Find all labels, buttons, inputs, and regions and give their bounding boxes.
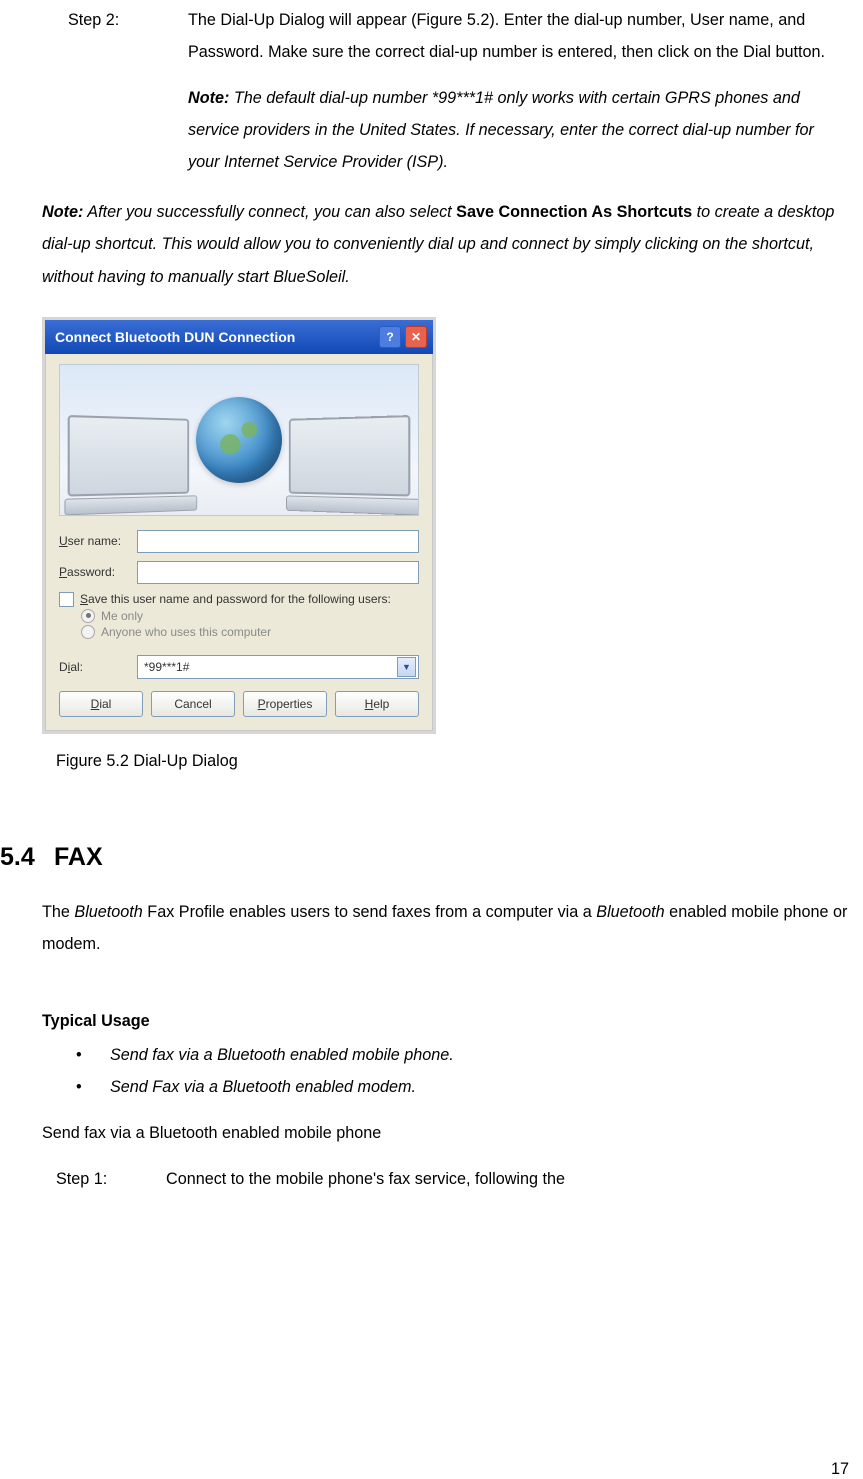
dialog-title-text: Connect Bluetooth DUN Connection: [55, 329, 295, 345]
radio-anyone[interactable]: [81, 625, 95, 639]
step-1-label: Step 1:: [56, 1163, 166, 1195]
radio-me-only-row: Me only: [81, 609, 419, 623]
password-label: Password:: [59, 565, 137, 579]
dun-dialog: Connect Bluetooth DUN Connection ? ✕ Use…: [42, 317, 436, 734]
step-2: Step 2: The Dial-Up Dialog will appear (…: [68, 4, 849, 68]
username-label: User name:: [59, 534, 137, 548]
step-1-text: Connect to the mobile phone's fax servic…: [166, 1163, 849, 1195]
username-row: User name:: [59, 530, 419, 553]
dialog-figure: Connect Bluetooth DUN Connection ? ✕ Use…: [42, 317, 849, 734]
step-2-text: The Dial-Up Dialog will appear (Figure 5…: [188, 4, 849, 68]
typical-usage-heading: Typical Usage: [42, 1012, 849, 1031]
step-2-label: Step 2:: [68, 4, 188, 36]
globe-icon: [196, 397, 282, 483]
radio-anyone-label: Anyone who uses this computer: [101, 625, 271, 639]
section-heading: 5.4FAX: [0, 843, 849, 872]
chevron-down-icon[interactable]: ▼: [397, 657, 416, 677]
radio-me-only[interactable]: [81, 609, 95, 623]
password-row: Password:: [59, 561, 419, 584]
fax-intro: The Bluetooth Fax Profile enables users …: [42, 896, 849, 960]
password-input[interactable]: [137, 561, 419, 584]
page-number: 17: [831, 1460, 849, 1479]
section-title: FAX: [54, 843, 103, 871]
send-fax-subheading: Send fax via a Bluetooth enabled mobile …: [42, 1117, 849, 1149]
note-inner-label: Note:: [188, 89, 229, 107]
laptop-left-icon: [64, 415, 191, 507]
help-button[interactable]: Help: [335, 691, 419, 717]
save-credentials-label: Save this user name and password for the…: [80, 592, 391, 606]
note-outer-label: Note:: [42, 203, 83, 221]
figure-caption: Figure 5.2 Dial-Up Dialog: [56, 752, 849, 771]
note-inner: Note: The default dial-up number *99***1…: [188, 82, 849, 178]
dial-row: Dial: *99***1# ▼: [59, 655, 419, 679]
username-input[interactable]: [137, 530, 419, 553]
close-icon[interactable]: ✕: [405, 326, 427, 348]
radio-me-only-label: Me only: [101, 609, 143, 623]
dial-label: Dial:: [59, 660, 137, 674]
list-item: Send Fax via a Bluetooth enabled modem.: [70, 1071, 849, 1103]
dial-combobox[interactable]: *99***1# ▼: [137, 655, 419, 679]
note-outer: Note: After you successfully connect, yo…: [42, 196, 849, 292]
laptop-right-icon: [286, 415, 413, 507]
dialog-button-row: Dial Cancel Properties Help: [59, 691, 419, 717]
dial-value: *99***1#: [144, 660, 189, 674]
save-credentials-row: Save this user name and password for the…: [59, 592, 419, 607]
note-outer-pre: After you successfully connect, you can …: [83, 203, 456, 221]
radio-anyone-row: Anyone who uses this computer: [81, 625, 419, 639]
dial-button[interactable]: Dial: [59, 691, 143, 717]
typical-usage-list: Send fax via a Bluetooth enabled mobile …: [70, 1039, 849, 1103]
dialog-banner-image: [59, 364, 419, 516]
save-credentials-checkbox[interactable]: [59, 592, 74, 607]
help-icon[interactable]: ?: [379, 326, 401, 348]
list-item: Send fax via a Bluetooth enabled mobile …: [70, 1039, 849, 1071]
dialog-titlebar: Connect Bluetooth DUN Connection ? ✕: [45, 320, 433, 354]
step-1: Step 1: Connect to the mobile phone's fa…: [56, 1163, 849, 1195]
note-outer-strong: Save Connection As Shortcuts: [456, 203, 692, 221]
cancel-button[interactable]: Cancel: [151, 691, 235, 717]
properties-button[interactable]: Properties: [243, 691, 327, 717]
note-inner-text: The default dial-up number *99***1# only…: [188, 89, 814, 171]
section-number: 5.4: [0, 843, 54, 872]
